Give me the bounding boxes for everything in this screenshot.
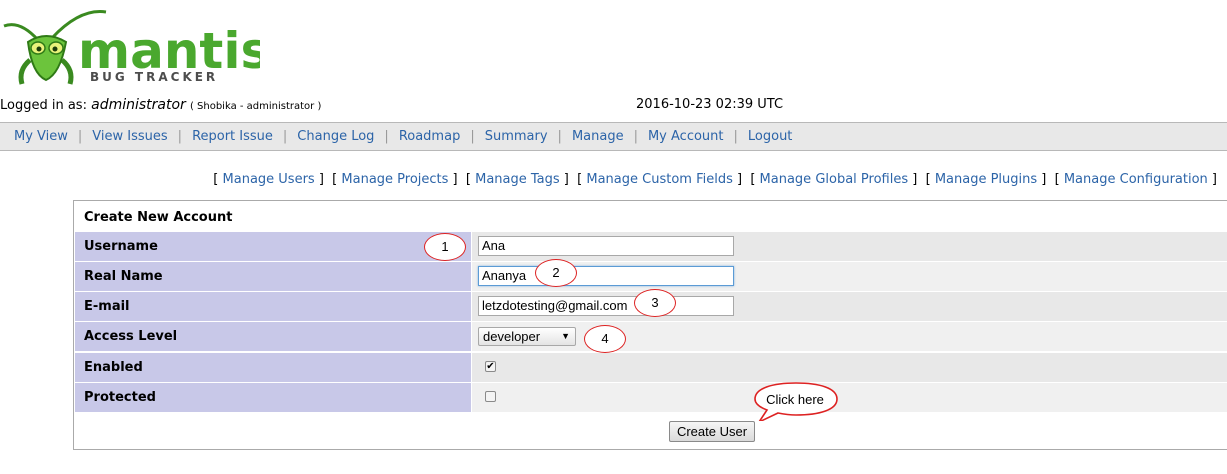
realname-input[interactable]: Ananya <box>478 266 734 286</box>
login-info: Logged in as: administrator ( Shobika - … <box>0 97 321 113</box>
username-label: Username <box>75 232 471 261</box>
access-level-row: Access Level developer ▼ <box>75 322 1227 351</box>
menu-view-issues[interactable]: View Issues <box>92 129 167 144</box>
menu-report-issue[interactable]: Report Issue <box>192 129 273 144</box>
menu-my-view[interactable]: My View <box>0 129 68 144</box>
annotation-marker-4: 4 <box>584 325 626 353</box>
menu-manage[interactable]: Manage <box>572 129 624 144</box>
main-menu: My View | View Issues | Report Issue | Change … <box>0 122 1227 151</box>
mantis-logo[interactable]: mantis BUG TRACKER <box>0 0 270 96</box>
submenu-manage-custom-fields[interactable]: Manage Custom Fields <box>586 172 733 187</box>
username-display: administrator <box>91 97 186 113</box>
menu-separator: | <box>177 129 183 144</box>
menu-separator: | <box>557 129 562 144</box>
menu-separator: | <box>77 129 83 144</box>
submenu-manage-configuration[interactable]: Manage Configuration <box>1064 172 1208 187</box>
manage-submenu: [ Manage Users ] [ Manage Projects ] [ M… <box>213 172 1217 187</box>
protected-label: Protected <box>75 383 471 412</box>
menu-separator: | <box>733 129 738 144</box>
menu-separator: | <box>633 129 638 144</box>
menu-summary[interactable]: Summary <box>485 129 548 144</box>
chevron-down-icon: ▼ <box>561 331 570 341</box>
protected-checkbox[interactable] <box>485 391 496 402</box>
menu-my-account[interactable]: My Account <box>648 129 724 144</box>
menu-separator: | <box>282 129 288 144</box>
enabled-label: Enabled <box>75 353 471 382</box>
menu-separator: | <box>470 129 475 144</box>
logo-tagline: BUG TRACKER <box>90 70 218 84</box>
server-datetime: 2016-10-23 02:39 UTC <box>636 97 784 112</box>
create-account-form: Create New Account Username Ana Real Nam… <box>73 200 1227 450</box>
submenu-manage-global-profiles[interactable]: Manage Global Profiles <box>760 172 909 187</box>
callout-text: Click here <box>766 392 824 407</box>
menu-change-log[interactable]: Change Log <box>297 129 374 144</box>
menu-separator: | <box>384 129 389 144</box>
realname-label: Real Name <box>75 262 471 291</box>
username-row: Username Ana <box>75 232 1227 261</box>
logged-in-label: Logged in as: <box>0 98 87 113</box>
access-level-select[interactable]: developer ▼ <box>478 327 576 346</box>
annotation-marker-1: 1 <box>424 233 466 261</box>
submenu-manage-projects[interactable]: Manage Projects <box>341 172 448 187</box>
menu-roadmap[interactable]: Roadmap <box>399 129 461 144</box>
submenu-manage-plugins[interactable]: Manage Plugins <box>935 172 1037 187</box>
email-label: E-mail <box>75 292 471 321</box>
user-detail: ( Shobika - administrator ) <box>189 101 322 112</box>
email-input[interactable]: letzdotesting@gmail.com <box>478 296 734 316</box>
submenu-manage-tags[interactable]: Manage Tags <box>475 172 560 187</box>
form-title: Create New Account <box>84 210 233 225</box>
annotation-marker-3: 3 <box>634 289 676 317</box>
submenu-manage-users[interactable]: Manage Users <box>223 172 315 187</box>
realname-row: Real Name Ananya <box>75 262 1227 291</box>
protected-row: Protected <box>75 383 1227 412</box>
annotation-marker-2: 2 <box>535 259 577 287</box>
create-user-button[interactable]: Create User <box>669 421 755 442</box>
username-input[interactable]: Ana <box>478 236 734 256</box>
enabled-row: Enabled ✔ <box>75 353 1227 382</box>
menu-logout[interactable]: Logout <box>748 129 793 144</box>
enabled-checkbox[interactable]: ✔ <box>485 361 496 372</box>
mantis-bug-icon: mantis BUG TRACKER <box>3 10 270 85</box>
access-level-label: Access Level <box>75 322 471 351</box>
checkmark-icon: ✔ <box>486 361 495 372</box>
access-level-value: developer <box>483 329 541 344</box>
